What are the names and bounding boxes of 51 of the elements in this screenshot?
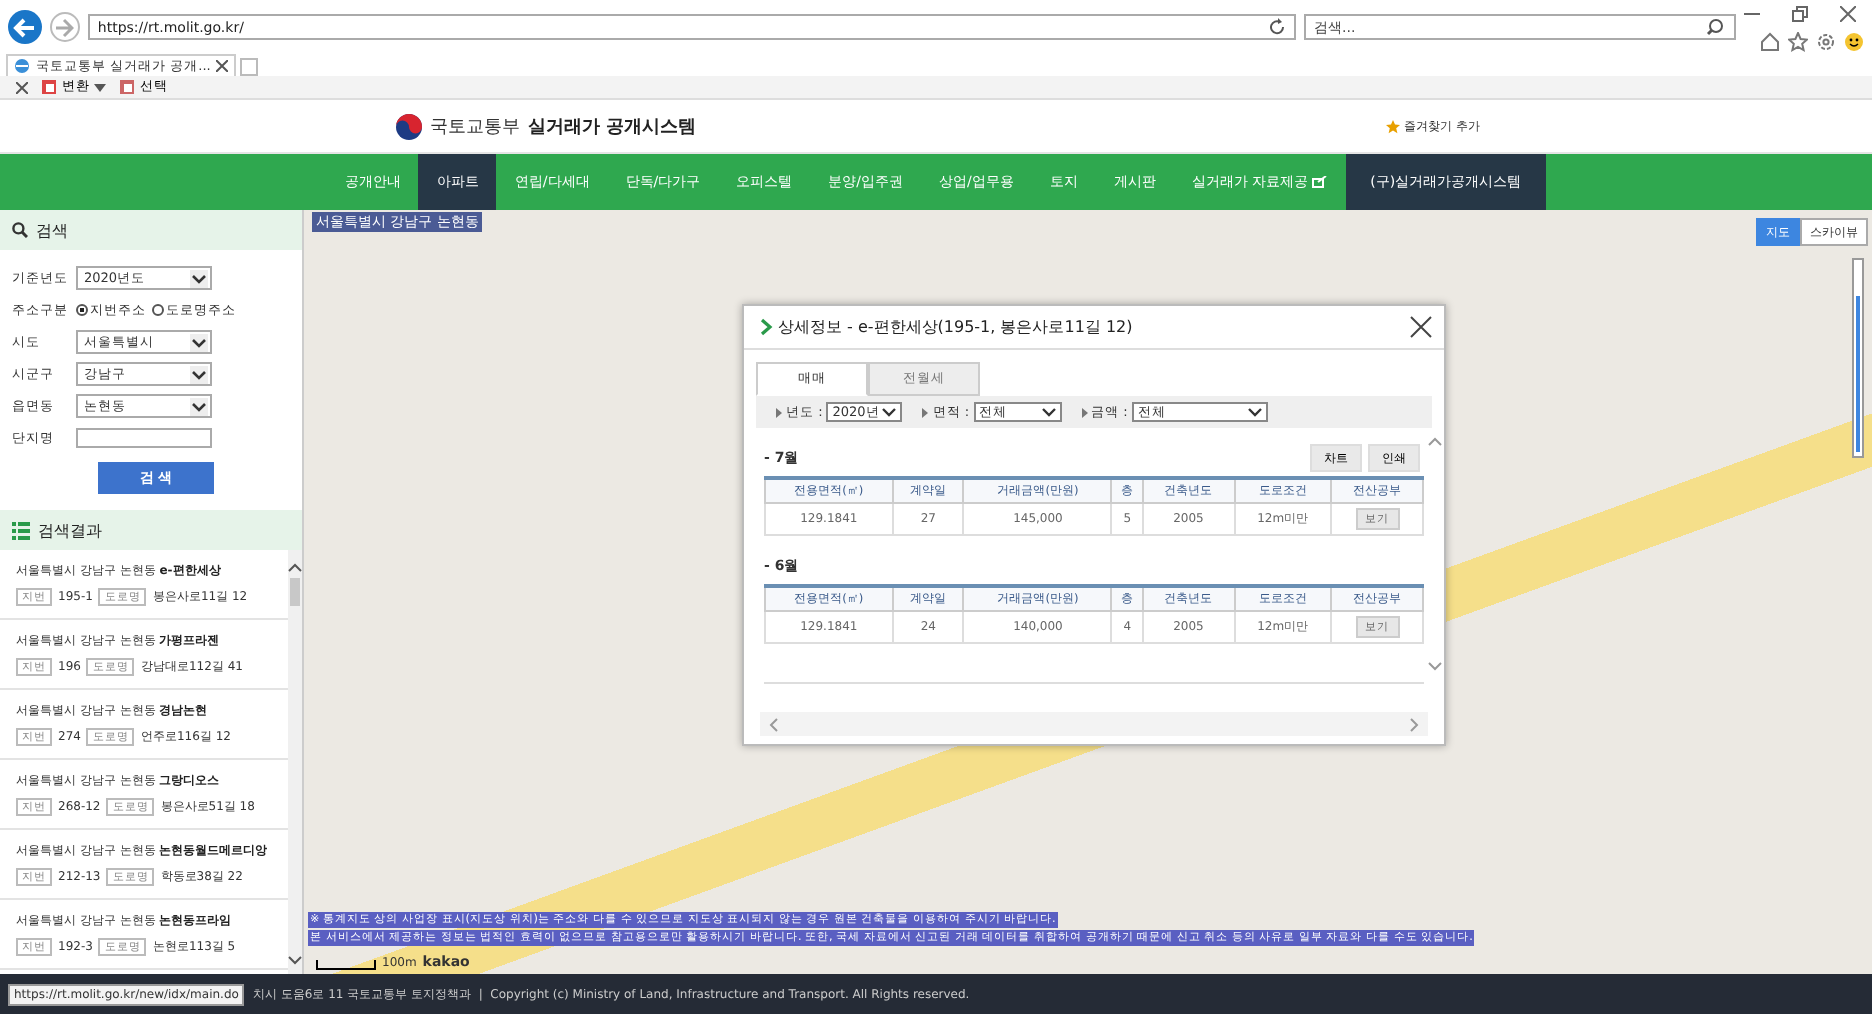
- star-icon: [1386, 119, 1401, 133]
- close-icon: [1410, 316, 1432, 338]
- scale-bar-icon: [316, 960, 376, 970]
- bullet-icon: [776, 407, 782, 417]
- star-icon: [1788, 31, 1808, 51]
- emblem-icon: [396, 113, 422, 139]
- chevron-left-icon: [768, 717, 778, 731]
- scrollbar[interactable]: [760, 712, 1428, 736]
- forward-button[interactable]: [49, 12, 80, 42]
- chevron-up-icon: [1427, 436, 1441, 446]
- refresh-icon: [1268, 18, 1286, 36]
- chevron-down-icon: [190, 397, 208, 415]
- chevron-down-icon: [1427, 662, 1441, 672]
- ministry-name: 국토교통부: [430, 115, 520, 139]
- chevron-down-icon: [190, 365, 208, 383]
- chevron-down-icon: [190, 269, 208, 287]
- dialog-title: 상세정보 - e-편한세상(195-1, 봉은사로11길 12): [778, 316, 1135, 338]
- chevron-down-icon: [882, 407, 897, 417]
- home-icon: [1760, 31, 1780, 51]
- new-tab-button[interactable]: [240, 58, 259, 76]
- settings-icon: [1816, 31, 1836, 51]
- bullet-icon: [922, 407, 929, 417]
- chevron-right-icon: [760, 318, 774, 336]
- map-placeholder[interactable]: [304, 210, 1872, 974]
- close-button[interactable]: [1410, 316, 1432, 338]
- forward-arrow-icon: [54, 17, 75, 37]
- system-title: 실거래가 공개시스템: [528, 115, 697, 139]
- search-icon: [12, 222, 28, 238]
- chevron-down-icon: [1041, 407, 1056, 417]
- text-field[interactable]: [76, 428, 212, 448]
- smiley-icon: [1844, 31, 1864, 51]
- bullet-icon: [1081, 407, 1088, 417]
- chevron-up-icon: [288, 562, 302, 572]
- new-window-icon: [1312, 176, 1329, 188]
- scrollbar[interactable]: [288, 550, 302, 974]
- search-icon: [1706, 18, 1724, 36]
- close-icon: [16, 81, 28, 93]
- scroll-thumb[interactable]: [290, 578, 300, 606]
- chevron-down-icon: [288, 956, 302, 966]
- chevron-down-icon: [190, 333, 208, 351]
- close-icon: [216, 60, 229, 72]
- list-icon: [12, 521, 30, 539]
- back-button[interactable]: [8, 10, 42, 44]
- close-icon: [1840, 6, 1856, 22]
- panel-title: 검색결과: [38, 519, 102, 541]
- chevron-right-icon: [1410, 717, 1420, 731]
- restore-icon: [1792, 6, 1808, 22]
- chevron-down-icon: [1247, 407, 1262, 417]
- back-arrow-icon: [12, 15, 37, 39]
- caret-icon: [94, 83, 106, 91]
- panel-title: 검색: [36, 219, 68, 241]
